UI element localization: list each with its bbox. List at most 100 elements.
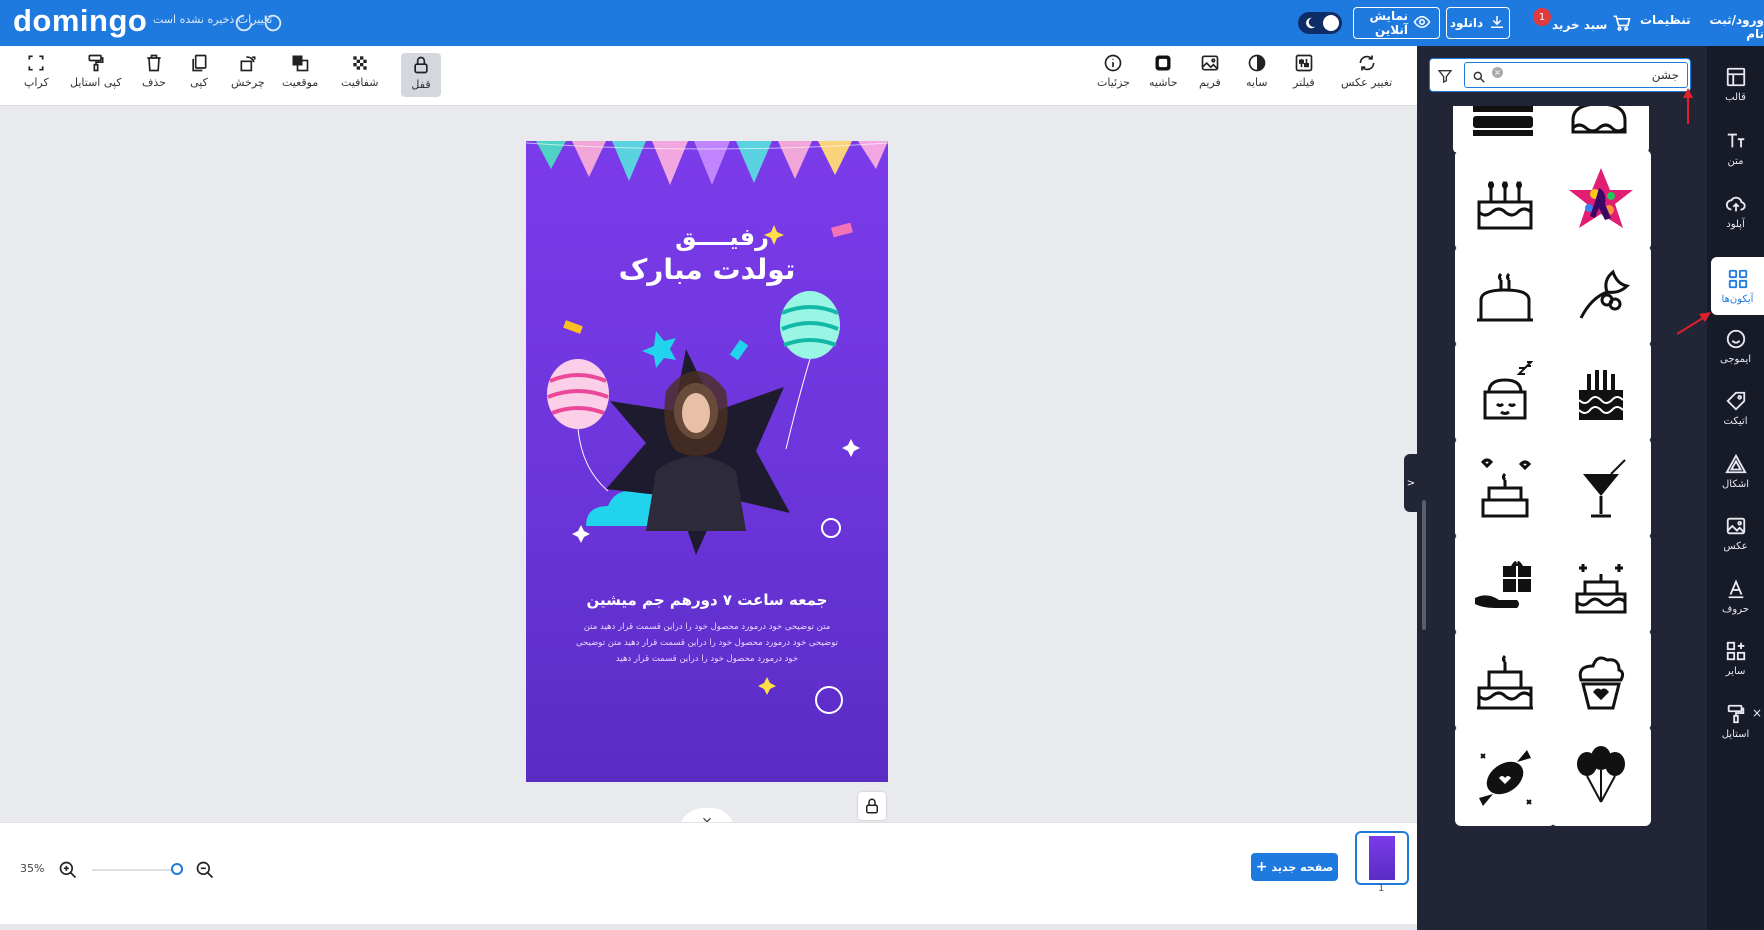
download-label: دانلود: [1449, 16, 1484, 30]
icon-tile-cocktail-glass[interactable]: [1551, 438, 1651, 538]
panel-scrollbar[interactable]: [1422, 500, 1426, 630]
colorful-star-person-icon: [1569, 168, 1633, 228]
layers-icon: [292, 55, 309, 72]
change-photo-tool[interactable]: تغییر عکس: [1341, 53, 1392, 97]
paint-roller-icon: [88, 54, 104, 72]
icon-tile-colorful-star-person[interactable]: [1551, 150, 1651, 250]
icon-tile-cake-sleeping[interactable]: [1455, 342, 1555, 442]
crop-tool[interactable]: کراپ: [24, 53, 49, 97]
details-label: جزئیات: [1097, 76, 1130, 89]
page-thumbnail[interactable]: [1355, 831, 1409, 885]
eye-icon: [1413, 13, 1431, 34]
icon-tile-holly-leaves[interactable]: [1551, 246, 1651, 346]
icon-tile-cake-sparkles[interactable]: [1551, 534, 1651, 634]
icon-tile-cake-layered[interactable]: [1455, 630, 1555, 730]
icon-tile-cake-tiered-top[interactable]: [1549, 106, 1649, 152]
rail-letters-label: حروف: [1722, 603, 1749, 615]
rail-upload-label: آپلود: [1726, 218, 1745, 230]
new-page-button[interactable]: صفحه جدید +: [1251, 853, 1338, 881]
balloon-right: [780, 291, 840, 450]
page-thumbnail-preview: [1369, 836, 1395, 880]
icon-tile-candy-heart[interactable]: [1455, 726, 1555, 826]
copy-tool[interactable]: کپی: [189, 53, 209, 97]
zoom-out-icon[interactable]: [195, 860, 215, 880]
login-link[interactable]: ورود/ثبت نام: [1694, 13, 1764, 41]
icon-tile-cake-hearts[interactable]: [1455, 438, 1555, 538]
balloons-icon: [1577, 746, 1625, 803]
sliders-icon: [1295, 54, 1313, 72]
unsaved-status: تغییرات ذخیره نشده است: [153, 13, 273, 26]
online-preview-button[interactable]: نمایش آنلاین: [1353, 7, 1440, 39]
cart-count-badge: 1: [1533, 8, 1551, 26]
checker-icon: [353, 56, 367, 70]
rail-letters[interactable]: حروف: [1707, 567, 1764, 625]
image-icon: [1201, 55, 1219, 71]
cake-tall-candles-icon: [1578, 370, 1624, 420]
rail-other-label: سایر: [1725, 665, 1746, 677]
shadow-icon: [1248, 54, 1266, 72]
icon-tile-cake-one-candle[interactable]: [1455, 246, 1555, 346]
rail-photo[interactable]: عکس: [1707, 504, 1764, 562]
icon-tile-cake-stripes[interactable]: [1453, 106, 1553, 152]
element-lock-badge[interactable]: [858, 792, 886, 820]
clear-search-icon[interactable]: ×: [1492, 67, 1503, 78]
zoom-slider-handle[interactable]: [171, 863, 183, 875]
details-tool[interactable]: جزئیات: [1097, 53, 1130, 97]
change-photo-label: تغییر عکس: [1341, 76, 1393, 89]
rail-upload[interactable]: آپلود: [1707, 182, 1764, 240]
lock-icon: [414, 56, 428, 74]
annotation-arrow-right: [1677, 312, 1711, 335]
tile-row-partial: [1453, 106, 1707, 152]
rail-text[interactable]: متن: [1707, 119, 1764, 177]
rail-sticker[interactable]: اتیکت: [1707, 379, 1764, 437]
balloon-left: [547, 359, 609, 492]
rotate-tool[interactable]: چرخش: [231, 53, 265, 97]
design-canvas[interactable]: رفیــــق تولدت مبارک جمعه ساعت ۷ دورهم ج…: [526, 141, 888, 782]
transparency-tool[interactable]: شفافیت: [341, 53, 379, 97]
delete-tool[interactable]: حذف: [142, 53, 166, 97]
position-tool[interactable]: موقعیت: [282, 53, 318, 97]
rail-other[interactable]: سایر: [1707, 629, 1764, 687]
frame-tool[interactable]: فریم: [1199, 53, 1221, 97]
info-icon: [1105, 54, 1122, 72]
element-toolbar: کراپ کپی استایل حذف کپی چرخش موقعیت شفاف…: [0, 46, 1417, 106]
shadow-tool[interactable]: سایه: [1246, 53, 1268, 97]
border-tool[interactable]: حاشیه: [1149, 53, 1178, 97]
shadow-label: سایه: [1246, 76, 1268, 89]
zoom-in-icon[interactable]: [58, 860, 78, 880]
close-style-icon[interactable]: ×: [1752, 706, 1762, 720]
rail-shapes[interactable]: اشکال: [1707, 442, 1764, 500]
design-body-text: متن توضیحی خود درمورد محصول خود را دراین…: [575, 622, 839, 664]
download-button[interactable]: دانلود: [1446, 7, 1510, 39]
letter-a-icon: [1728, 578, 1743, 598]
icon-tile-balloons[interactable]: [1551, 726, 1651, 826]
settings-link[interactable]: تنظیمات: [1640, 13, 1691, 27]
rail-icons[interactable]: آیکون‌ها: [1711, 257, 1764, 315]
zoom-slider-track[interactable]: [92, 869, 179, 871]
icon-tile-cake-tall-candles[interactable]: [1551, 342, 1651, 442]
cart-link[interactable]: سبد خرید: [1552, 13, 1632, 36]
dark-mode-toggle[interactable]: [1298, 12, 1342, 34]
icon-tile-gift-hand[interactable]: [1455, 534, 1555, 634]
filter-tool[interactable]: فیلتر: [1293, 53, 1315, 97]
filter-icon[interactable]: [1437, 68, 1453, 84]
refresh-icon: [1359, 55, 1375, 71]
rail-emoji[interactable]: ایموجی: [1707, 317, 1764, 375]
pages-bar: 35% صفحه جدید + ··· 1: [0, 822, 1417, 924]
domingo-logo[interactable]: domingo: [13, 3, 147, 39]
lock-tool[interactable]: قفل: [401, 53, 441, 97]
rail-emoji-label: ایموجی: [1719, 353, 1752, 365]
rail-style[interactable]: استایل: [1707, 692, 1764, 750]
rail-template[interactable]: قالب: [1707, 55, 1764, 113]
cake-tiered-top-icon: [1571, 106, 1627, 134]
icon-tile-cupcake-heart[interactable]: [1551, 630, 1651, 730]
panel-collapse-handle[interactable]: >: [1404, 454, 1418, 512]
rotate-label: چرخش: [231, 76, 265, 89]
annotation-arrow-up: [1683, 88, 1693, 124]
cart-label: سبد خرید: [1552, 17, 1608, 32]
tag-icon: [1725, 391, 1745, 411]
copy-style-tool[interactable]: کپی استایل: [70, 53, 122, 97]
icon-tile-cake-three-candles[interactable]: [1455, 150, 1555, 250]
more-dots-icon[interactable]: ···: [1390, 828, 1400, 839]
lock-label: قفل: [411, 78, 431, 91]
